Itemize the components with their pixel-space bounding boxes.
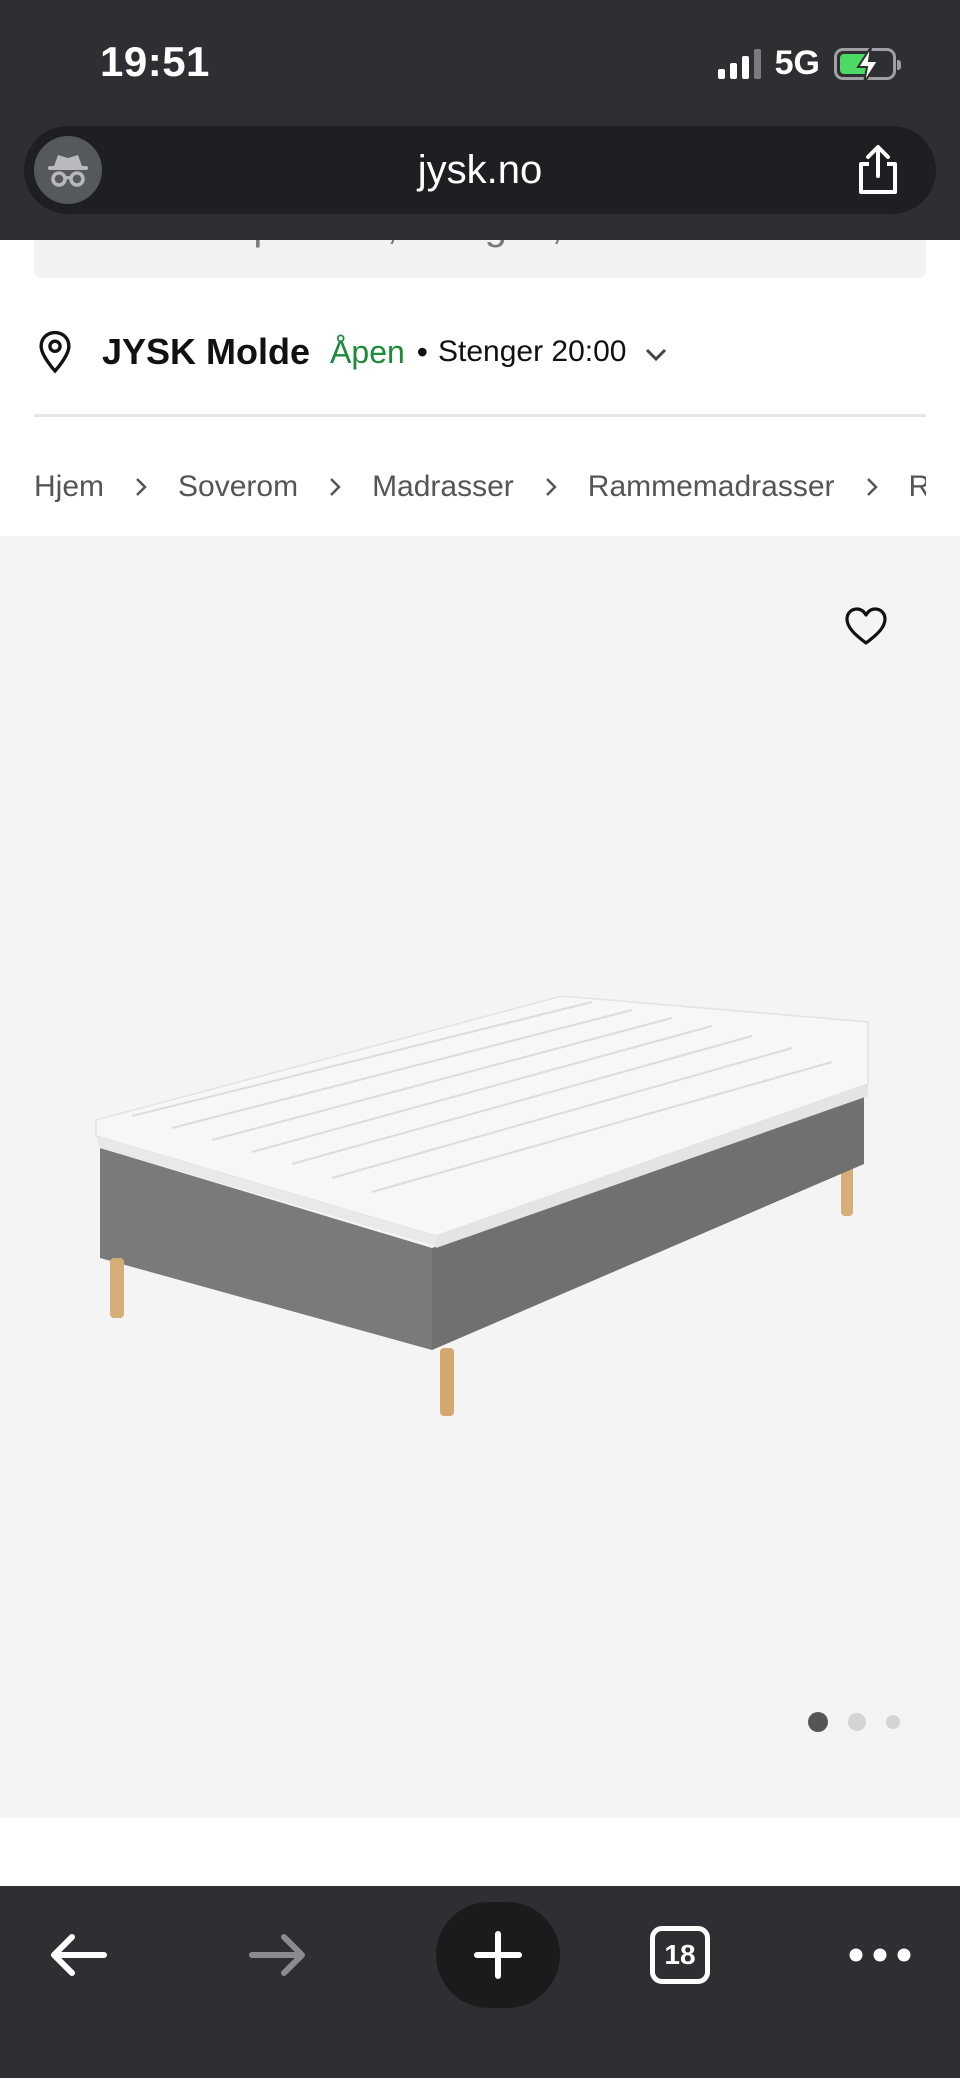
divider bbox=[34, 414, 926, 417]
chevron-right-icon bbox=[545, 478, 557, 496]
browser-top-bar: 19:51 5G jysk.no bbox=[0, 0, 960, 240]
store-selector[interactable]: JYSK Molde Åpen • Stenger 20:00 bbox=[34, 322, 926, 382]
url-text: jysk.no bbox=[417, 148, 543, 192]
breadcrumb-item-hjem[interactable]: Hjem bbox=[34, 470, 104, 504]
bed-leg-front-left bbox=[110, 1258, 124, 1318]
pagination-dot-1[interactable] bbox=[808, 1712, 828, 1732]
location-pin-icon bbox=[39, 330, 71, 374]
status-indicators: 5G bbox=[717, 44, 901, 84]
address-bar[interactable]: jysk.no bbox=[24, 126, 936, 214]
pagination-dot-3[interactable] bbox=[886, 1715, 900, 1729]
chevron-right-icon bbox=[136, 478, 147, 496]
charging-bolt-icon bbox=[856, 45, 880, 84]
arrow-right-icon bbox=[249, 1934, 305, 1976]
arrow-left-icon bbox=[51, 1934, 107, 1976]
pagination-dot-2[interactable] bbox=[848, 1713, 866, 1731]
more-dots-icon bbox=[849, 1948, 911, 1962]
phone-screen: Søk etter produkt, kategori, merkevare J… bbox=[0, 0, 960, 2078]
plus-icon bbox=[474, 1931, 522, 1979]
new-tab-button[interactable] bbox=[436, 1902, 560, 2008]
breadcrumb-item-madrasser[interactable]: Madrasser bbox=[372, 470, 514, 504]
more-menu-button[interactable] bbox=[832, 1914, 928, 1996]
breadcrumb-item-current[interactable]: Ram bbox=[909, 470, 926, 504]
share-icon[interactable] bbox=[850, 142, 906, 198]
breadcrumb-item-rammemadrasser[interactable]: Rammemadrasser bbox=[588, 470, 835, 504]
signal-icon bbox=[717, 48, 761, 79]
forward-button[interactable] bbox=[244, 1914, 312, 1996]
tabs-button[interactable]: 18 bbox=[646, 1914, 714, 1996]
product-image-gallery[interactable] bbox=[0, 536, 960, 1818]
chevron-right-icon bbox=[330, 478, 341, 496]
back-button[interactable] bbox=[44, 1914, 112, 1996]
store-open-status: Åpen bbox=[330, 333, 405, 370]
breadcrumb-item-soverom[interactable]: Soverom bbox=[178, 470, 298, 504]
browser-bottom-toolbar: 18 bbox=[0, 1886, 960, 2078]
product-image bbox=[95, 996, 869, 1416]
store-separator: • bbox=[416, 333, 428, 370]
breadcrumb: Hjem Soverom Madrasser Rammemadrasser Ra… bbox=[34, 462, 926, 512]
chevron-right-icon bbox=[866, 478, 878, 496]
chevron-down-icon bbox=[646, 348, 667, 362]
network-label: 5G bbox=[774, 44, 820, 82]
store-hours: Stenger 20:00 bbox=[437, 335, 627, 368]
bed-leg-front-right bbox=[440, 1348, 454, 1416]
store-name: JYSK Molde bbox=[102, 331, 311, 372]
heart-icon[interactable] bbox=[844, 606, 888, 646]
battery-icon bbox=[834, 45, 901, 84]
gallery-pagination[interactable] bbox=[808, 1712, 900, 1732]
status-time: 19:51 bbox=[100, 38, 210, 85]
tab-count: 18 bbox=[650, 1926, 710, 1984]
